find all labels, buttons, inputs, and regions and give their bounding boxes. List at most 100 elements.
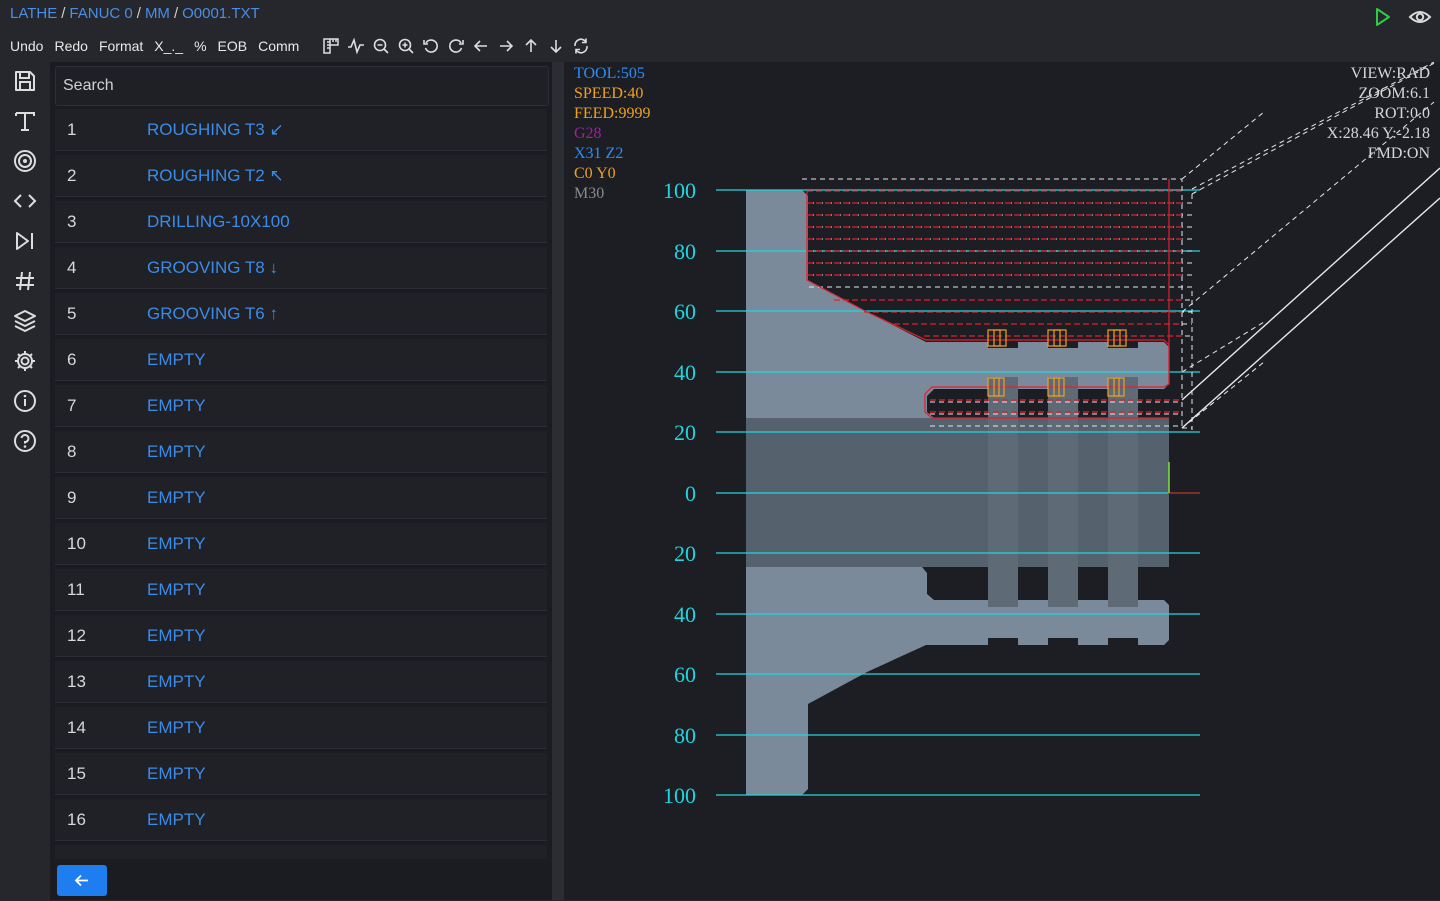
search-box — [55, 66, 549, 106]
view-status-line: X:28.46 Y:-2.18 — [1326, 125, 1430, 142]
breadcrumb-machine[interactable]: LATHE — [10, 5, 57, 22]
decimal-button[interactable]: X_._ — [154, 38, 183, 54]
format-button[interactable]: Format — [99, 38, 143, 54]
operation-row[interactable]: 10 EMPTY — [55, 523, 547, 565]
breadcrumb-file[interactable]: O0001.TXT — [182, 5, 260, 22]
axis-label: 20 — [674, 541, 696, 566]
operation-number: 17 — [67, 856, 86, 859]
operation-number: 11 — [67, 580, 85, 599]
text-icon[interactable] — [12, 108, 38, 134]
refresh-icon[interactable] — [572, 37, 590, 55]
operation-row[interactable]: 16 EMPTY — [55, 799, 547, 841]
operation-label: EMPTY — [147, 534, 206, 553]
view-status-line: FMD:ON — [1367, 145, 1430, 162]
groove-notch — [1048, 342, 1078, 348]
gcode-info-line: FEED:9999 — [574, 105, 651, 122]
play-icon[interactable] — [1370, 6, 1394, 28]
zoom-in-icon[interactable] — [397, 37, 415, 55]
operation-number: 9 — [67, 488, 77, 507]
operation-row[interactable]: 5 GROOVING T6 ↑ — [55, 293, 547, 335]
gcode-info-line: TOOL:505 — [574, 65, 645, 82]
groove-notch — [988, 342, 1018, 348]
operation-row[interactable]: 15 EMPTY — [55, 753, 547, 795]
operation-number: 4 — [67, 258, 77, 277]
operation-row[interactable]: 14 EMPTY — [55, 707, 547, 749]
operation-row[interactable]: 1 ROUGHING T3 ↙ — [55, 109, 547, 151]
operation-row[interactable]: 3 DRILLING-10X100 — [55, 201, 547, 243]
operation-number: 14 — [67, 718, 86, 737]
operation-label: EMPTY — [147, 488, 206, 507]
operation-label: EMPTY — [147, 718, 206, 737]
axis-label: 40 — [674, 360, 696, 385]
toolpath-canvas: 100 80 60 40 20 0 20 40 60 80 100 — [663, 62, 1440, 808]
help-icon[interactable] — [12, 428, 38, 454]
operation-row[interactable]: 8 EMPTY — [55, 431, 547, 473]
hash-icon[interactable] — [12, 268, 38, 294]
gcode-info-line: X31 Z2 — [574, 145, 624, 162]
percent-button[interactable]: % — [194, 38, 206, 54]
operation-row[interactable]: 7 EMPTY — [55, 385, 547, 427]
operation-row[interactable]: 2 ROUGHING T2 ↖ — [55, 155, 547, 197]
target-icon[interactable] — [12, 148, 38, 174]
toolpath-viewer[interactable]: 100 80 60 40 20 0 20 40 60 80 100 TOOL:5… — [564, 62, 1440, 900]
zoom-out-icon[interactable] — [372, 37, 390, 55]
groove-notch — [1108, 638, 1138, 645]
gcode-info-line: G28 — [574, 125, 602, 142]
eob-button[interactable]: EOB — [218, 38, 248, 54]
operation-label: EMPTY — [147, 626, 206, 645]
operation-label: EMPTY — [147, 442, 206, 461]
arrow-left-icon — [74, 874, 88, 887]
operation-number: 10 — [67, 534, 86, 553]
operation-label: GROOVING T8 ↓ — [147, 258, 278, 277]
breadcrumb-units[interactable]: MM — [145, 5, 170, 22]
operation-row[interactable]: 11 EMPTY — [55, 569, 547, 611]
operation-row[interactable]: 17 EMPTY — [55, 845, 547, 859]
gcode-info-line: M30 — [574, 185, 605, 202]
breadcrumb-separator: / — [173, 5, 179, 22]
info-icon[interactable] — [12, 388, 38, 414]
rotate-left-icon[interactable] — [422, 37, 440, 55]
operation-row[interactable]: 9 EMPTY — [55, 477, 547, 519]
arrow-down-icon[interactable] — [547, 37, 565, 55]
axis-label: 60 — [674, 299, 696, 324]
operations-list: 1 ROUGHING T3 ↙ 2 ROUGHING T2 ↖ 3 DRILLING-10… — [55, 109, 547, 859]
operation-label: EMPTY — [147, 350, 206, 369]
axis-label: 0 — [685, 481, 696, 506]
arrow-left-icon[interactable] — [472, 37, 490, 55]
axis-label: 20 — [674, 420, 696, 445]
operation-label: GROOVING T6 ↑ — [147, 304, 278, 323]
breadcrumb-controller[interactable]: FANUC 0 — [69, 5, 132, 22]
operation-row[interactable]: 6 EMPTY — [55, 339, 547, 381]
skip-icon[interactable] — [12, 228, 38, 254]
undo-button[interactable]: Undo — [10, 38, 43, 54]
operation-label: EMPTY — [147, 672, 206, 691]
wave-icon[interactable] — [347, 37, 365, 55]
operation-label: EMPTY — [147, 764, 206, 783]
redo-button[interactable]: Redo — [54, 38, 87, 54]
view-status-line: VIEW:RAD — [1350, 65, 1430, 82]
operation-label: DRILLING-10X100 — [147, 212, 290, 231]
back-button[interactable] — [57, 865, 107, 896]
rotate-right-icon[interactable] — [447, 37, 465, 55]
panel-divider[interactable] — [552, 62, 564, 900]
arrow-right-icon[interactable] — [497, 37, 515, 55]
operation-number: 6 — [67, 350, 77, 369]
editor-toolbar: Undo Redo Format X_._ % EOB Comm — [0, 34, 590, 58]
operation-number: 5 — [67, 304, 77, 323]
search-input[interactable] — [56, 67, 548, 105]
eye-icon[interactable] — [1408, 6, 1432, 28]
settings-icon[interactable] — [12, 348, 38, 374]
operation-number: 15 — [67, 764, 86, 783]
ruler-icon[interactable] — [322, 37, 340, 55]
comment-button[interactable]: Comm — [258, 38, 299, 54]
gcode-info: TOOL:505 SPEED:40 FEED:9999 G28 X31 Z2 C0 Y0 M… — [574, 64, 650, 204]
operation-number: 8 — [67, 442, 77, 461]
save-icon[interactable] — [12, 68, 38, 94]
operation-row[interactable]: 13 EMPTY — [55, 661, 547, 703]
layers-icon[interactable] — [12, 308, 38, 334]
arrow-up-icon[interactable] — [522, 37, 540, 55]
operation-row[interactable]: 4 GROOVING T8 ↓ — [55, 247, 547, 289]
operation-row[interactable]: 12 EMPTY — [55, 615, 547, 657]
code-icon[interactable] — [12, 188, 38, 214]
axis-label: 60 — [674, 662, 696, 687]
